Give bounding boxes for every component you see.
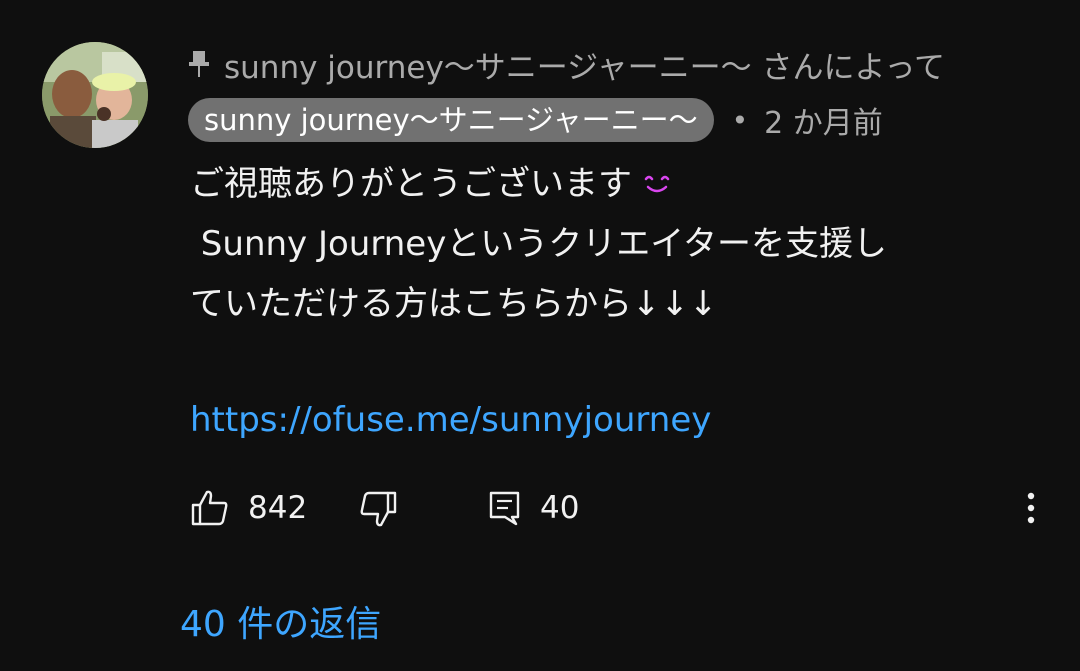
like-count: 842 [248,490,308,526]
author-name-chip[interactable]: sunny journey〜サニージャーニー〜 [188,98,714,142]
more-vert-icon [1027,492,1035,524]
pin-icon [188,49,210,79]
comment-reply-icon [489,491,520,526]
smiling-face-emoji-icon [640,158,674,193]
pinned-by-text: sunny journey〜サニージャーニー〜 さんによって [224,49,945,86]
view-replies-button[interactable]: 40 件の返信 [180,600,381,650]
thumbs-up-icon [191,490,228,526]
comment-body: ご視聴ありがとうございます Sunny Journeyというクリエイターを支援し… [190,154,1050,334]
pinned-label: sunny journey〜サニージャーニー〜 さんによって [188,42,945,86]
comment-line-2: Sunny Journeyというクリエイターを支援し [190,224,887,264]
avatar-photo [42,42,148,148]
comment-actions: 842 40 [190,486,1060,530]
comment-line-3: ていただける方はこちらから↓↓↓ [190,284,718,324]
comment-line-1: ご視聴ありがとうございます [190,154,1050,214]
dislike-button[interactable] [358,486,398,530]
like-button[interactable]: 842 [190,486,307,530]
comment-header: sunny journey〜サニージャーニー〜 • 2 か月前 [188,97,883,143]
more-options-button[interactable] [1016,486,1046,530]
comment-timestamp[interactable]: 2 か月前 [764,98,883,142]
support-link[interactable]: https://ofuse.me/sunnyjourney [190,394,711,446]
reply-count: 40 [540,490,580,526]
avatar[interactable] [42,42,148,148]
thumbs-down-icon [360,491,397,527]
separator-dot: • [731,103,749,137]
reply-button[interactable]: 40 [488,486,579,530]
